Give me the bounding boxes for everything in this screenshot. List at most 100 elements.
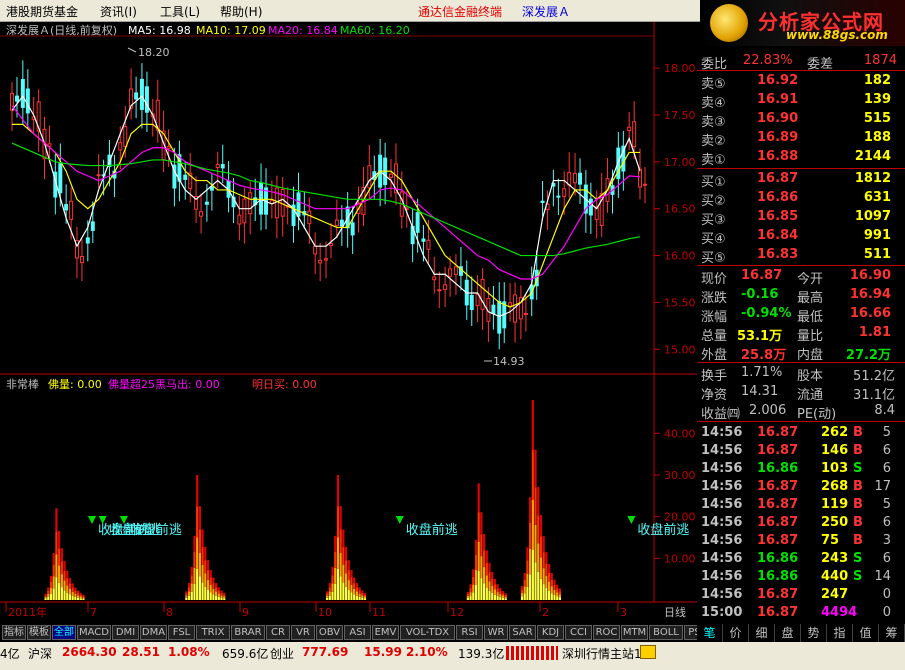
indicator-tab-macd[interactable]: MACD xyxy=(77,625,111,640)
indicator-bar xyxy=(344,586,348,600)
indicator-bar xyxy=(47,596,50,600)
indicator-tab-指标[interactable]: 指标 xyxy=(2,625,26,640)
buy-row: 买⑤ 16.83 511 xyxy=(697,246,905,266)
menu-info[interactable]: 资讯(I) xyxy=(100,3,137,20)
indicator-tab-emv[interactable]: EMV xyxy=(372,625,399,640)
indicator-bar xyxy=(483,567,486,584)
candle-body xyxy=(426,239,431,250)
server-name[interactable]: 深圳行情主站1 xyxy=(562,645,642,662)
indicator-bar xyxy=(358,587,361,591)
indicator-bar xyxy=(531,450,534,500)
indicator-bar xyxy=(342,529,345,548)
indicator-tab-trix[interactable]: TRIX xyxy=(196,625,230,640)
stat-value: 16.94 xyxy=(849,287,891,302)
tick-price: 16.87 xyxy=(757,479,799,494)
right-tab-7[interactable]: 筹 xyxy=(879,624,905,642)
right-tab-6[interactable]: 值 xyxy=(853,624,879,642)
connection-icon[interactable] xyxy=(640,645,656,659)
sell-level-label: 卖② xyxy=(701,134,726,149)
indicator-bar xyxy=(220,595,223,598)
tick-price: 16.87 xyxy=(757,425,799,440)
indicator-bar xyxy=(545,588,548,600)
right-tab-3[interactable]: 盘 xyxy=(775,624,801,642)
indicator-tab-obv[interactable]: OBV xyxy=(316,625,343,640)
indicator-bar xyxy=(496,588,499,593)
indicator-tab-fsl[interactable]: FSL xyxy=(168,625,195,640)
tick-row: 14:56 16.87 247 0 xyxy=(697,586,905,604)
indicator-bar xyxy=(201,529,204,548)
indicator-tab-wr[interactable]: WR xyxy=(484,625,508,640)
indicator-bar xyxy=(466,593,469,596)
indicator-bar xyxy=(363,598,367,600)
indicator-tab-cci[interactable]: CCI xyxy=(565,625,592,640)
candle-body xyxy=(199,211,204,217)
indicator-tab-cr[interactable]: CR xyxy=(266,625,290,640)
indicator-bar xyxy=(488,572,491,582)
indicator-tab-sar[interactable]: SAR xyxy=(509,625,536,640)
indicator-bar xyxy=(198,506,201,530)
indicator-bar xyxy=(193,567,196,584)
right-tab-2[interactable]: 细 xyxy=(749,624,775,642)
indicator-bar xyxy=(363,596,367,599)
indicator-tab-roc[interactable]: ROC xyxy=(593,625,620,640)
buy-level-label: 买③ xyxy=(701,213,726,228)
menu-help[interactable]: 帮助(H) xyxy=(220,3,262,20)
indicator-bar xyxy=(353,594,356,600)
indicator-tick-label: 30.00 xyxy=(664,469,696,482)
indicator-bar xyxy=(520,589,524,594)
sell-volume: 515 xyxy=(863,111,891,126)
sell-signal-label: 收盘前逃 xyxy=(637,522,689,538)
indicator-tab-rsi[interactable]: RSI xyxy=(456,625,483,640)
indicator-tab-mtm[interactable]: MTM xyxy=(621,625,648,640)
stat-value: 1.81 xyxy=(858,325,891,340)
indicator-tab-vr[interactable]: VR xyxy=(291,625,315,640)
sell-signal-label: 收盘前逃 xyxy=(130,522,182,538)
indicator-bar xyxy=(545,576,548,589)
indicator-bar xyxy=(355,587,358,592)
indicator-tab-dmi[interactable]: DMI xyxy=(112,625,139,640)
indicator-bar xyxy=(44,596,47,599)
tick-count: 14 xyxy=(874,569,891,584)
indicator-bar xyxy=(220,590,223,593)
indicator-tab-vol-tdx[interactable]: VOL-TDX xyxy=(400,625,455,640)
right-tab-0[interactable]: 笔 xyxy=(697,624,723,642)
buy-row: 买③ 16.85 1097 xyxy=(697,208,905,228)
indicator-tab-模板[interactable]: 模板 xyxy=(27,625,51,640)
stat-label: 现价 xyxy=(701,272,728,287)
indicator-bar xyxy=(55,508,58,532)
kline-chart[interactable]: 深发展Ａ(日线,前复权) MA5: 16.98 MA10: 17.09 MA20… xyxy=(0,22,697,624)
indicator-bar xyxy=(531,400,534,450)
indicator-tab-asi[interactable]: ASI xyxy=(344,625,371,640)
indicator-bar xyxy=(363,594,367,597)
indicator-bar xyxy=(334,583,337,600)
sell-volume: 139 xyxy=(863,92,891,107)
candle-body xyxy=(313,245,318,255)
indicator-bar xyxy=(52,576,55,589)
indicator-bar xyxy=(204,586,207,600)
indicator-tab-kdj[interactable]: KDJ xyxy=(537,625,564,640)
candle-body xyxy=(432,276,437,281)
candle-body xyxy=(296,192,301,217)
indicator-bar xyxy=(472,569,475,577)
stat-row: 现价 16.87 今开 16.90 xyxy=(697,267,905,287)
indicator-bar xyxy=(550,593,553,600)
right-tab-4[interactable]: 势 xyxy=(801,624,827,642)
indicator-tab-boll[interactable]: BOLL xyxy=(649,625,683,640)
indicator-bar xyxy=(331,591,334,600)
fundamental-value: 2.006 xyxy=(749,403,787,418)
menu-tools[interactable]: 工具(L) xyxy=(160,3,200,20)
sell-level-label: 卖① xyxy=(701,153,726,168)
indicator-tab-全部[interactable]: 全部 xyxy=(52,625,76,640)
right-tab-5[interactable]: 指 xyxy=(827,624,853,642)
indicator-bar xyxy=(537,543,540,572)
indicator-tabs: 指标 模板 全部 MACD DMI DMA FSL TRIX BRAR CR VR OBV ASI EMV… xyxy=(0,624,711,642)
menu-hk-futures[interactable]: 港股期货基金 xyxy=(6,3,78,20)
sh-index-change: 28.51 xyxy=(122,645,160,659)
indicator-tab-dma[interactable]: DMA xyxy=(140,625,167,640)
right-tab-1[interactable]: 价 xyxy=(723,624,749,642)
tick-time: 14:56 xyxy=(701,569,743,584)
time-tick-label: 日线 xyxy=(664,605,686,619)
indicator-tab-brar[interactable]: BRAR xyxy=(231,625,265,640)
indicator-bar xyxy=(198,529,201,554)
indicator-bar xyxy=(358,593,361,597)
